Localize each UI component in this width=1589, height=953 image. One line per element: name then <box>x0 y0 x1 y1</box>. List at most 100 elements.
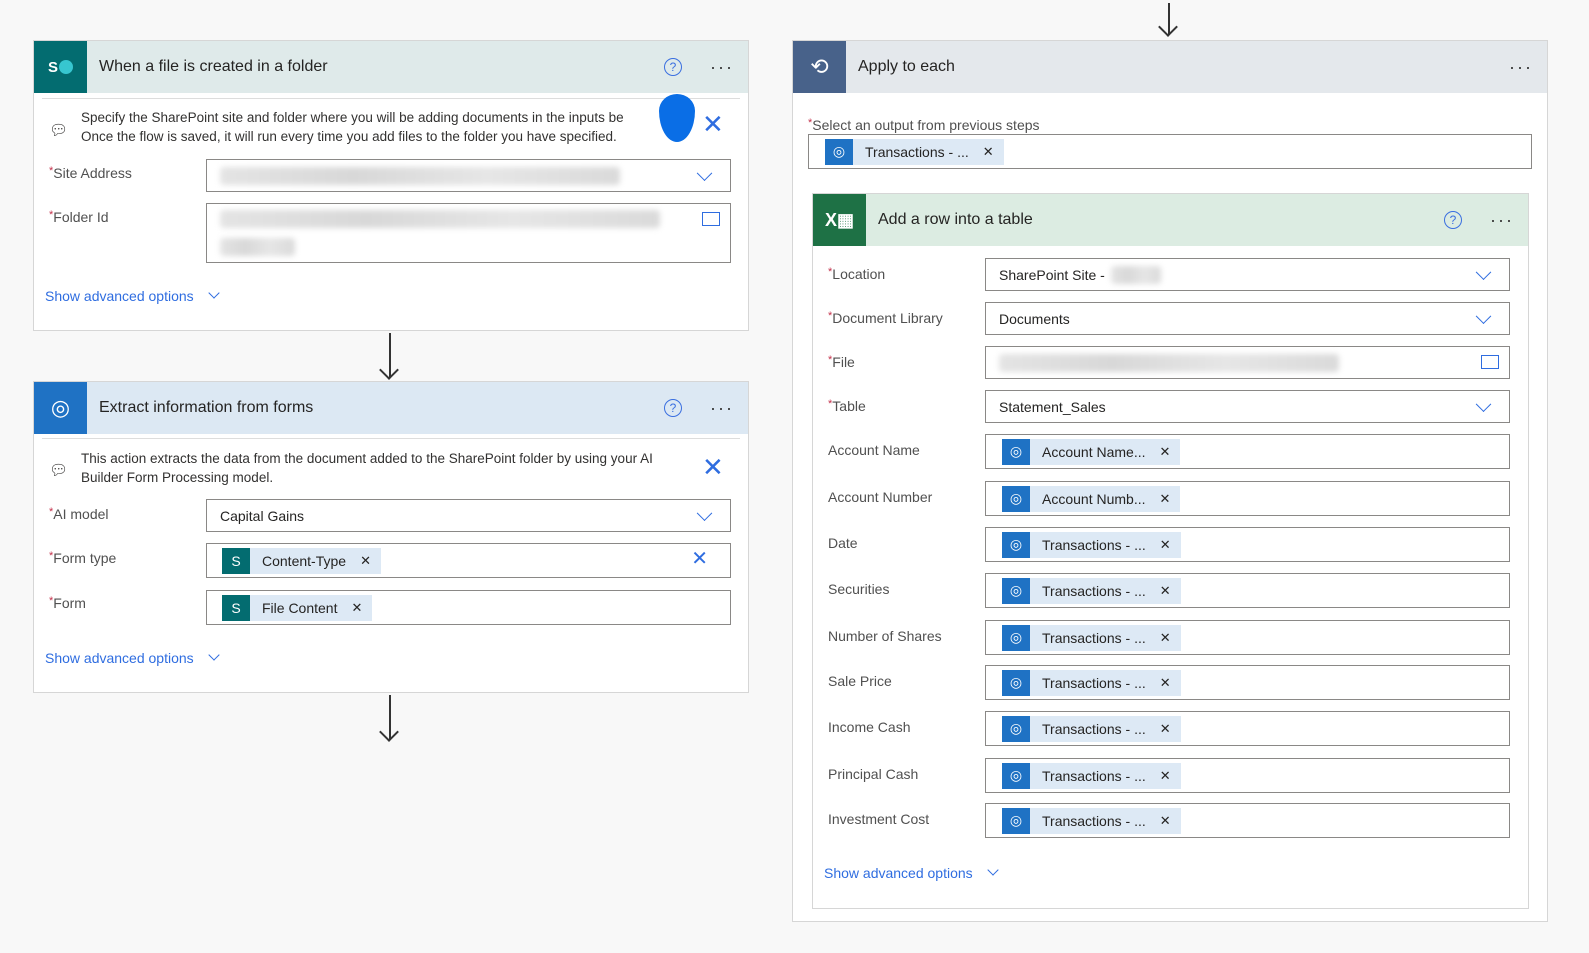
token-chip[interactable]: ◎ Transactions - ... ✕ <box>1002 762 1181 789</box>
token-input-principal-cash[interactable]: ◎ Transactions - ... ✕ <box>985 758 1510 793</box>
token-input-date[interactable]: ◎ Transactions - ... ✕ <box>985 527 1510 562</box>
more-options-icon[interactable]: ··· <box>1509 57 1533 78</box>
select-output-input[interactable]: ◎ Transactions - ... ✕ <box>808 134 1532 169</box>
token-chip[interactable]: ◎ Transactions - ... ✕ <box>1002 807 1181 834</box>
help-icon[interactable]: ? <box>664 399 683 417</box>
ai-builder-icon: ◎ <box>1002 715 1030 742</box>
token-input-account-name[interactable]: ◎ Account Name... ✕ <box>985 434 1510 469</box>
close-info-icon[interactable]: ✕ <box>702 109 724 140</box>
remove-token-icon[interactable]: ✕ <box>1160 675 1171 691</box>
chevron-down-icon <box>696 504 713 521</box>
token-chip[interactable]: ◎ Transactions - ... ✕ <box>1002 577 1181 604</box>
chevron-down-icon <box>1475 395 1492 412</box>
field-label: Account Name <box>828 442 920 458</box>
token-input-number-of-shares[interactable]: ◎ Transactions - ... ✕ <box>985 620 1510 655</box>
trigger-title: When a file is created in a folder <box>99 58 328 75</box>
add-row-title: Add a row into a table <box>878 211 1033 228</box>
token-chip[interactable]: ◎ Transactions - ... ✕ <box>1002 715 1181 742</box>
token-chip[interactable]: S Content-Type ✕ <box>222 547 381 574</box>
token-input-income-cash[interactable]: ◎ Transactions - ... ✕ <box>985 711 1510 746</box>
field-label: *Table <box>828 398 866 414</box>
remove-token-icon[interactable]: ✕ <box>1160 721 1171 737</box>
remove-token-icon[interactable]: ✕ <box>1160 491 1171 507</box>
divider <box>42 98 740 99</box>
extract-info: This action extracts the data from the d… <box>81 451 653 485</box>
token-chip[interactable]: ◎ Transactions - ... ✕ <box>1002 531 1181 558</box>
ai-model-label: *AI model <box>49 506 109 522</box>
remove-token-icon[interactable]: ✕ <box>1160 537 1171 553</box>
dropdown-table[interactable]: Statement_Sales <box>985 390 1510 423</box>
more-options-icon[interactable]: ··· <box>710 57 734 78</box>
apply-to-each-title: Apply to each <box>858 58 955 75</box>
trigger-card: S When a file is created in a folder ? ·… <box>33 40 749 331</box>
dropdown-location[interactable]: SharePoint Site - <box>985 258 1510 291</box>
folder-picker-icon[interactable] <box>702 212 720 226</box>
token-chip[interactable]: S File Content ✕ <box>222 594 373 621</box>
show-advanced-options[interactable]: Show advanced options <box>45 649 220 666</box>
dropdown-file[interactable] <box>985 346 1510 379</box>
remove-token-icon[interactable]: ✕ <box>983 144 994 160</box>
add-row-card: X▦ Add a row into a table ? ··· *Locatio… <box>812 193 1529 909</box>
ai-builder-icon: ◎ <box>1002 531 1030 558</box>
folder-id-input[interactable] <box>206 203 731 263</box>
sharepoint-icon: S <box>222 594 250 621</box>
extract-card: ◎ Extract information from forms ? ··· 💬… <box>33 381 749 693</box>
remove-token-icon[interactable]: ✕ <box>360 553 371 569</box>
help-icon[interactable]: ? <box>1444 211 1463 229</box>
more-options-icon[interactable]: ··· <box>1490 210 1514 231</box>
token-input-account-number[interactable]: ◎ Account Numb... ✕ <box>985 481 1510 516</box>
token-chip[interactable]: ◎ Account Numb... ✕ <box>1002 485 1181 512</box>
remove-token-icon[interactable]: ✕ <box>1160 630 1171 646</box>
close-info-icon[interactable]: ✕ <box>702 452 724 483</box>
loop-icon: ⟲ <box>793 41 846 93</box>
form-type-input[interactable]: S Content-Type ✕ ✕ <box>206 543 731 578</box>
sharepoint-icon: S <box>34 41 87 93</box>
remove-token-icon[interactable]: ✕ <box>351 600 362 616</box>
chevron-down-icon <box>1475 263 1492 280</box>
token-chip[interactable]: ◎ Transactions - ... ✕ <box>1002 669 1181 696</box>
comment-icon: 💬︎ <box>49 122 69 139</box>
divider <box>42 438 740 439</box>
token-chip[interactable]: ◎ Transactions - ... ✕ <box>825 138 1004 165</box>
flow-arrow <box>389 695 391 740</box>
remove-token-icon[interactable]: ✕ <box>1160 813 1171 829</box>
show-advanced-options[interactable]: Show advanced options <box>824 864 999 881</box>
ai-builder-icon: ◎ <box>1002 762 1030 789</box>
token-input-sale-price[interactable]: ◎ Transactions - ... ✕ <box>985 665 1510 700</box>
field-label: Date <box>828 535 858 551</box>
apply-to-each-header[interactable]: ⟲ Apply to each ··· <box>793 41 1547 93</box>
ai-builder-icon: ◎ <box>1002 669 1030 696</box>
file-picker-icon[interactable] <box>1481 355 1499 369</box>
form-input[interactable]: S File Content ✕ <box>206 590 731 625</box>
field-label: Account Number <box>828 489 933 505</box>
field-label: *File <box>828 354 855 370</box>
ai-model-dropdown[interactable]: Capital Gains <box>206 499 731 532</box>
remove-token-icon[interactable]: ✕ <box>1160 444 1171 460</box>
dropdown-document-library[interactable]: Documents <box>985 302 1510 335</box>
extract-header[interactable]: ◎ Extract information from forms ? ··· <box>34 382 748 434</box>
clear-icon[interactable]: ✕ <box>691 546 708 571</box>
form-type-label: *Form type <box>49 550 117 566</box>
more-options-icon[interactable]: ··· <box>710 398 734 419</box>
extract-title: Extract information from forms <box>99 399 314 416</box>
token-chip[interactable]: ◎ Transactions - ... ✕ <box>1002 624 1181 651</box>
field-label: *Document Library <box>828 310 943 326</box>
remove-token-icon[interactable]: ✕ <box>1160 768 1171 784</box>
form-label: *Form <box>49 595 86 611</box>
show-advanced-options[interactable]: Show advanced options <box>45 287 220 304</box>
remove-token-icon[interactable]: ✕ <box>1160 583 1171 599</box>
token-input-investment-cost[interactable]: ◎ Transactions - ... ✕ <box>985 803 1510 838</box>
ai-builder-icon: ◎ <box>1002 807 1030 834</box>
field-label: *Location <box>828 266 886 282</box>
token-input-securities[interactable]: ◎ Transactions - ... ✕ <box>985 573 1510 608</box>
field-label: Principal Cash <box>828 766 919 782</box>
ai-builder-icon: ◎ <box>825 138 853 165</box>
add-row-header[interactable]: X▦ Add a row into a table ? ··· <box>813 194 1528 246</box>
token-chip[interactable]: ◎ Account Name... ✕ <box>1002 438 1181 465</box>
flow-arrow <box>389 333 391 378</box>
ai-builder-icon: ◎ <box>1002 624 1030 651</box>
site-address-dropdown[interactable] <box>206 159 731 192</box>
excel-icon: X▦ <box>813 194 866 246</box>
trigger-header[interactable]: S When a file is created in a folder ? ·… <box>34 41 748 93</box>
help-icon[interactable]: ? <box>664 58 683 76</box>
